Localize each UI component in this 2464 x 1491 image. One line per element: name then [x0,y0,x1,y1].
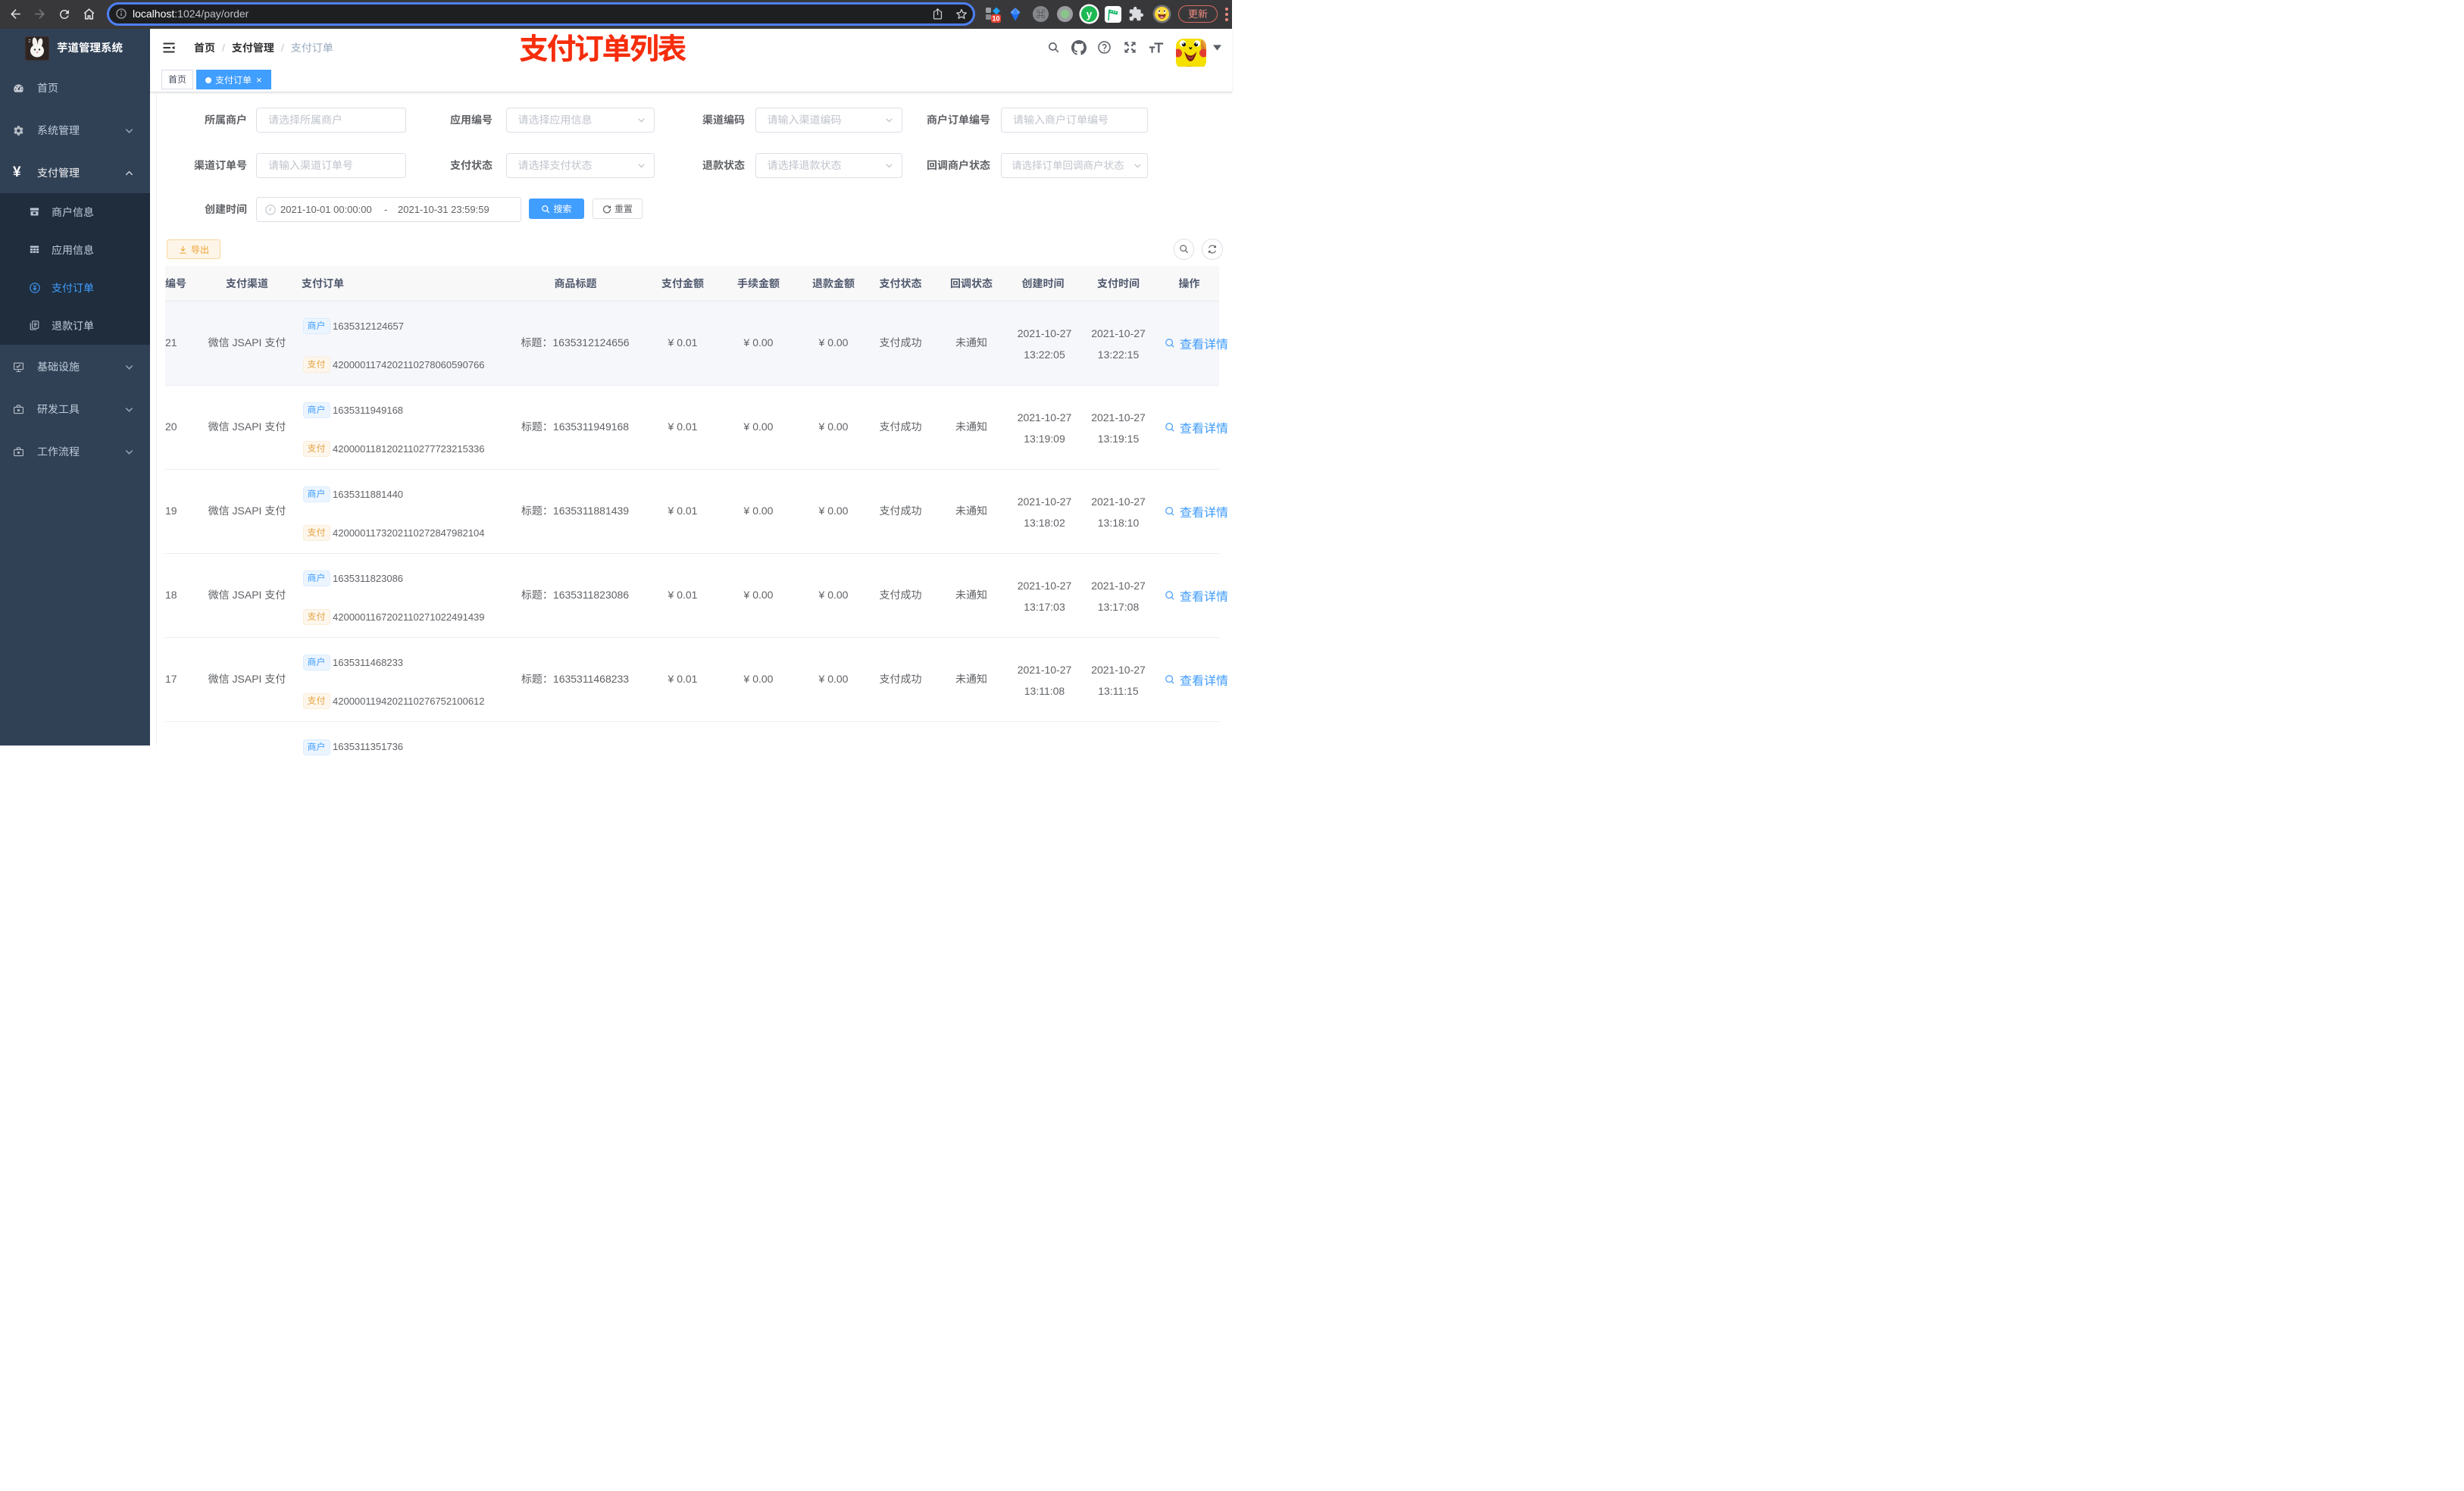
svg-text:⌘: ⌘ [1036,9,1045,20]
svg-text:y: y [1087,9,1093,20]
svg-text:10: 10 [992,15,999,23]
